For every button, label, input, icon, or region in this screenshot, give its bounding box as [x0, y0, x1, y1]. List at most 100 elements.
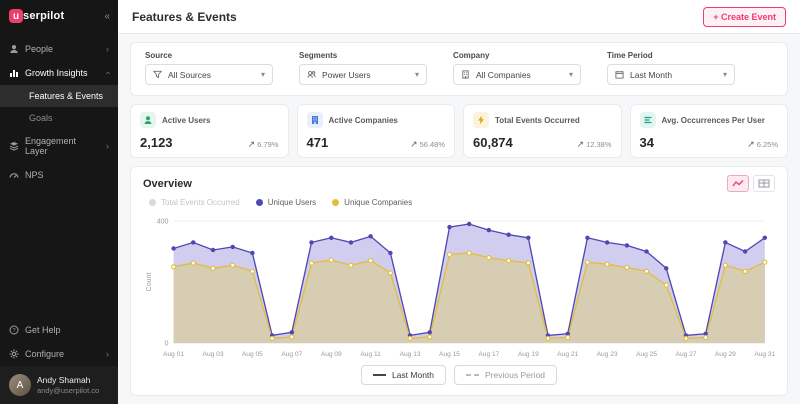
sidebar-item-label: People — [25, 44, 53, 54]
dashed-line-icon — [466, 374, 479, 376]
chevron-right-icon: › — [106, 349, 109, 359]
svg-text:Aug 15: Aug 15 — [439, 351, 460, 358]
stats-row: Active Users 2,123 ↗6.79% Active Compani… — [130, 104, 788, 158]
stat-card-active-users: Active Users 2,123 ↗6.79% — [130, 104, 289, 158]
stat-label: Avg. Occurrences Per User — [662, 116, 765, 125]
stat-trend: ↗12.38% — [577, 139, 612, 150]
select-value: Last Month — [630, 70, 672, 80]
filter-label: Time Period — [607, 51, 735, 60]
topbar: Features & Events + Create Event — [118, 0, 800, 34]
avg-occurrences-icon — [640, 112, 656, 128]
sidebar-footer: ? Get Help Configure › A Andy Shamah and… — [0, 318, 118, 404]
sidebar-item-growth-insights[interactable]: Growth Insights › — [0, 61, 118, 85]
stat-label: Active Companies — [329, 116, 398, 125]
svg-text:0: 0 — [165, 341, 169, 348]
svg-text:Aug 01: Aug 01 — [163, 351, 184, 358]
segments-select[interactable]: Power Users ▾ — [299, 64, 427, 85]
sidebar-item-label: Engagement Layer — [25, 136, 100, 156]
active-users-icon — [140, 112, 156, 128]
svg-text:Aug 09: Aug 09 — [321, 351, 342, 358]
stat-label: Active Users — [162, 116, 210, 125]
trend-up-icon: ↗ — [577, 139, 585, 150]
legend-total-events[interactable]: Total Events Occurred — [149, 198, 240, 207]
gauge-icon — [9, 170, 19, 180]
chevron-right-icon: › — [106, 141, 109, 151]
sidebar: u serpilot « People › Growth Insights › … — [0, 0, 118, 404]
svg-text:Aug 03: Aug 03 — [203, 351, 224, 358]
user-name: Andy Shamah — [37, 375, 99, 386]
collapse-sidebar-icon[interactable]: « — [104, 11, 110, 22]
legend-dot — [149, 199, 156, 206]
sidebar-item-features-events[interactable]: Features & Events — [0, 85, 118, 107]
sidebar-item-get-help[interactable]: ? Get Help — [0, 318, 118, 342]
svg-text:Aug 29: Aug 29 — [715, 351, 736, 358]
last-month-button[interactable]: Last Month — [361, 365, 446, 385]
select-value: All Companies — [476, 70, 531, 80]
gear-icon — [9, 349, 19, 359]
logo-mark: u — [9, 9, 23, 23]
events-lightning-icon — [473, 112, 489, 128]
layers-icon — [9, 141, 19, 151]
sidebar-item-goals[interactable]: Goals — [0, 107, 118, 129]
filter-company: Company All Companies ▾ — [453, 51, 581, 85]
filter-label: Source — [145, 51, 273, 60]
legend-unique-companies[interactable]: Unique Companies — [332, 198, 412, 207]
filter-segments: Segments Power Users ▾ — [299, 51, 427, 85]
sidebar-nav: People › Growth Insights › Features & Ev… — [0, 33, 118, 318]
overview-chart[interactable]: 0400CountAug 01Aug 03Aug 05Aug 07Aug 09A… — [143, 211, 775, 361]
sidebar-item-engagement-layer[interactable]: Engagement Layer › — [0, 129, 118, 163]
user-menu[interactable]: A Andy Shamah andy@userpilot.co — [0, 366, 118, 404]
stat-value: 60,874 — [473, 135, 513, 150]
logo: u serpilot « — [0, 0, 118, 33]
stat-card-total-events: Total Events Occurred 60,874 ↗12.38% — [463, 104, 622, 158]
help-icon: ? — [9, 325, 19, 335]
select-value: All Sources — [168, 70, 211, 80]
sidebar-item-label: Get Help — [25, 325, 61, 335]
legend-unique-users[interactable]: Unique Users — [256, 198, 316, 207]
time-period-select[interactable]: Last Month ▾ — [607, 64, 735, 85]
svg-text:Aug 19: Aug 19 — [518, 351, 539, 358]
stat-value: 2,123 — [140, 135, 173, 150]
select-value: Power Users — [322, 70, 371, 80]
svg-text:Aug 13: Aug 13 — [400, 351, 421, 358]
building-icon — [461, 70, 470, 79]
stat-trend: ↗6.79% — [248, 139, 279, 150]
sidebar-item-people[interactable]: People › — [0, 37, 118, 61]
avatar: A — [9, 374, 31, 396]
chart-legend: Total Events Occurred Unique Users Uniqu… — [143, 196, 775, 211]
table-chart-toggle[interactable] — [753, 175, 775, 192]
svg-text:Aug 23: Aug 23 — [597, 351, 618, 358]
create-event-button[interactable]: + Create Event — [703, 7, 786, 27]
svg-text:400: 400 — [157, 219, 169, 226]
filter-time-period: Time Period Last Month ▾ — [607, 51, 735, 85]
line-chart-toggle[interactable] — [727, 175, 749, 192]
svg-text:?: ? — [12, 328, 15, 334]
trend-up-icon: ↗ — [747, 139, 755, 150]
svg-text:Aug 31: Aug 31 — [754, 351, 775, 358]
logo-text: serpilot — [23, 10, 64, 22]
company-select[interactable]: All Companies ▾ — [453, 64, 581, 85]
sidebar-item-nps[interactable]: NPS — [0, 163, 118, 187]
person-icon — [9, 44, 19, 54]
source-select[interactable]: All Sources ▾ — [145, 64, 273, 85]
trend-up-icon: ↗ — [248, 139, 256, 150]
page-title: Features & Events — [132, 10, 237, 24]
chart-type-toggle — [727, 175, 775, 192]
user-email: andy@userpilot.co — [37, 386, 99, 395]
active-companies-icon — [307, 112, 323, 128]
legend-dot — [256, 199, 263, 206]
overview-card: Overview Total Events Occurred — [130, 166, 788, 396]
sidebar-item-label: NPS — [25, 170, 44, 180]
chevron-right-icon: › — [106, 44, 109, 54]
svg-text:Aug 21: Aug 21 — [557, 351, 578, 358]
sidebar-item-label: Configure — [25, 349, 64, 359]
caret-down-icon: ▾ — [415, 70, 419, 79]
previous-period-button[interactable]: Previous Period — [454, 365, 557, 385]
stat-label: Total Events Occurred — [495, 116, 580, 125]
chart-area[interactable]: 0400CountAug 01Aug 03Aug 05Aug 07Aug 09A… — [143, 211, 775, 361]
caret-down-icon: ▾ — [723, 70, 727, 79]
svg-text:Aug 17: Aug 17 — [478, 351, 499, 358]
sidebar-item-configure[interactable]: Configure › — [0, 342, 118, 366]
calendar-icon — [615, 70, 624, 79]
svg-text:Aug 27: Aug 27 — [676, 351, 697, 358]
